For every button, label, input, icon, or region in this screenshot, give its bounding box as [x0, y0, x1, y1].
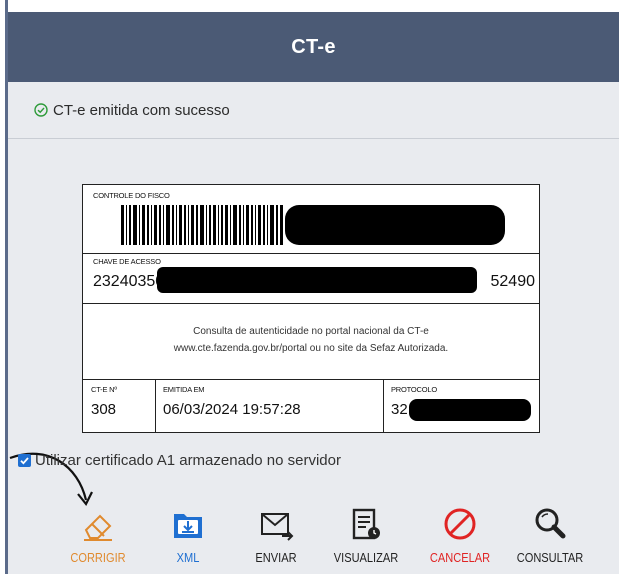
barcode: [121, 205, 505, 245]
xml-label: XML: [176, 550, 200, 565]
panel-title: CT-e: [291, 35, 336, 58]
corrigir-button[interactable]: CORRIGIR: [58, 494, 138, 572]
panel-header: CT-e: [8, 12, 619, 82]
corrigir-label: CORRIGIR: [70, 550, 126, 565]
consultar-label: CONSULTAR: [516, 550, 584, 565]
checkmark-icon: [20, 457, 29, 465]
cte-number-label: CT-E Nº: [91, 385, 117, 394]
emitida-cell: EMITIDA EM 06/03/2024 19:57:28: [155, 379, 384, 432]
consultar-button[interactable]: CONSULTAR: [510, 494, 590, 572]
protocolo-value: 32: [391, 401, 408, 418]
protocolo-redaction: [409, 399, 531, 421]
emitida-value: 06/03/2024 19:57:28: [163, 401, 301, 418]
chave-redaction: [157, 267, 477, 293]
xml-button[interactable]: XML: [148, 494, 228, 572]
cancel-icon: [444, 508, 476, 540]
certificate-label: Utilizar certificado A1 armazenado no se…: [35, 452, 341, 469]
consulta-line-2: www.cte.fazenda.gov.br/portal ou no site…: [173, 343, 449, 354]
download-folder-icon: [174, 514, 202, 538]
emitida-label: EMITIDA EM: [163, 385, 205, 394]
protocolo-cell: PROTOCOLO 32: [383, 379, 539, 432]
action-toolbar: CORRIGIR XML ENVIAR VISUALIZAR CANCELAR …: [0, 494, 619, 574]
cte-number-cell: CT-E Nº 308: [83, 379, 156, 432]
enviar-label: ENVIAR: [255, 550, 297, 565]
envelope-icon: [261, 513, 294, 541]
enviar-button[interactable]: ENVIAR: [236, 494, 316, 572]
chave-value-end: 52490: [490, 273, 536, 290]
dacte-preview: CONTROLE DO FISCO CHAVE DE ACESSO 232403…: [82, 184, 540, 433]
eraser-icon: [84, 514, 112, 541]
cancelar-label: CANCELAR: [429, 550, 491, 565]
protocolo-label: PROTOCOLO: [391, 385, 437, 394]
cte-number-value: 308: [91, 401, 117, 418]
chave-value-start: 23240350: [93, 273, 165, 290]
cancelar-button[interactable]: CANCELAR: [420, 494, 500, 572]
certificate-option[interactable]: Utilizar certificado A1 armazenado no se…: [18, 452, 341, 469]
chave-section: CHAVE DE ACESSO 23240350 52490: [83, 253, 539, 304]
fisco-section: CONTROLE DO FISCO: [83, 185, 539, 254]
consulta-line-1: Consulta de autenticidade no portal naci…: [193, 326, 429, 337]
certificate-checkbox[interactable]: [18, 454, 31, 467]
check-circle-icon: [34, 103, 48, 117]
chave-label: CHAVE DE ACESSO: [93, 257, 161, 266]
magnifier-icon: [535, 508, 566, 539]
left-rail: [0, 0, 8, 574]
consulta-section: Consulta de autenticidade no portal naci…: [83, 303, 539, 380]
cte-panel: CT-e CT-e emitida com sucesso CONTROLE D…: [8, 12, 619, 574]
status-text: CT-e emitida com sucesso: [53, 101, 230, 119]
status-message: CT-e emitida com sucesso: [8, 82, 619, 139]
visualizar-label: VISUALIZAR: [333, 550, 399, 565]
info-section: CT-E Nº 308 EMITIDA EM 06/03/2024 19:57:…: [83, 379, 539, 432]
document-view-icon: [352, 508, 380, 540]
visualizar-button[interactable]: VISUALIZAR: [326, 494, 406, 572]
fisco-label: CONTROLE DO FISCO: [93, 191, 170, 200]
